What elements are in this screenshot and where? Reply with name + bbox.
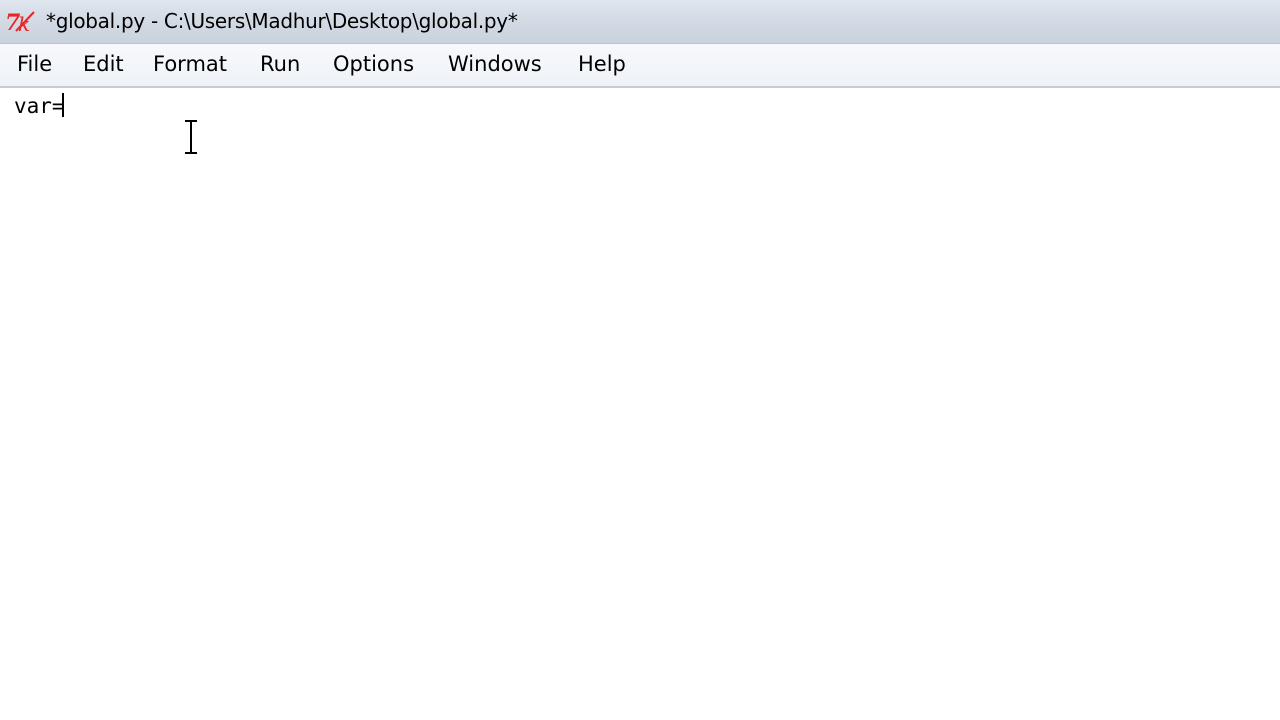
menu-file[interactable]: File [15,52,54,76]
text-caret [61,93,64,117]
title-bar[interactable]: 7 k *global.py - C:\Users\Madhur\Desktop… [0,0,1280,44]
menu-help[interactable]: Help [576,52,628,76]
menu-windows[interactable]: Windows [446,52,544,76]
menu-options[interactable]: Options [331,52,416,76]
menu-format[interactable]: Format [151,52,229,76]
code-line-text: var= [14,94,65,118]
code-line[interactable]: var= [14,93,65,118]
window-title: *global.py - C:\Users\Madhur\Desktop\glo… [46,9,518,33]
i-beam-cursor-icon [185,119,197,155]
idle-editor-window: 7 k *global.py - C:\Users\Madhur\Desktop… [0,0,1280,720]
code-editor[interactable]: var= [0,88,1280,720]
menu-edit[interactable]: Edit [81,52,126,76]
python-idle-icon: 7 k [5,10,35,35]
menu-run[interactable]: Run [258,52,302,76]
menu-bar: File Edit Format Run Options Windows Hel… [0,44,1280,88]
